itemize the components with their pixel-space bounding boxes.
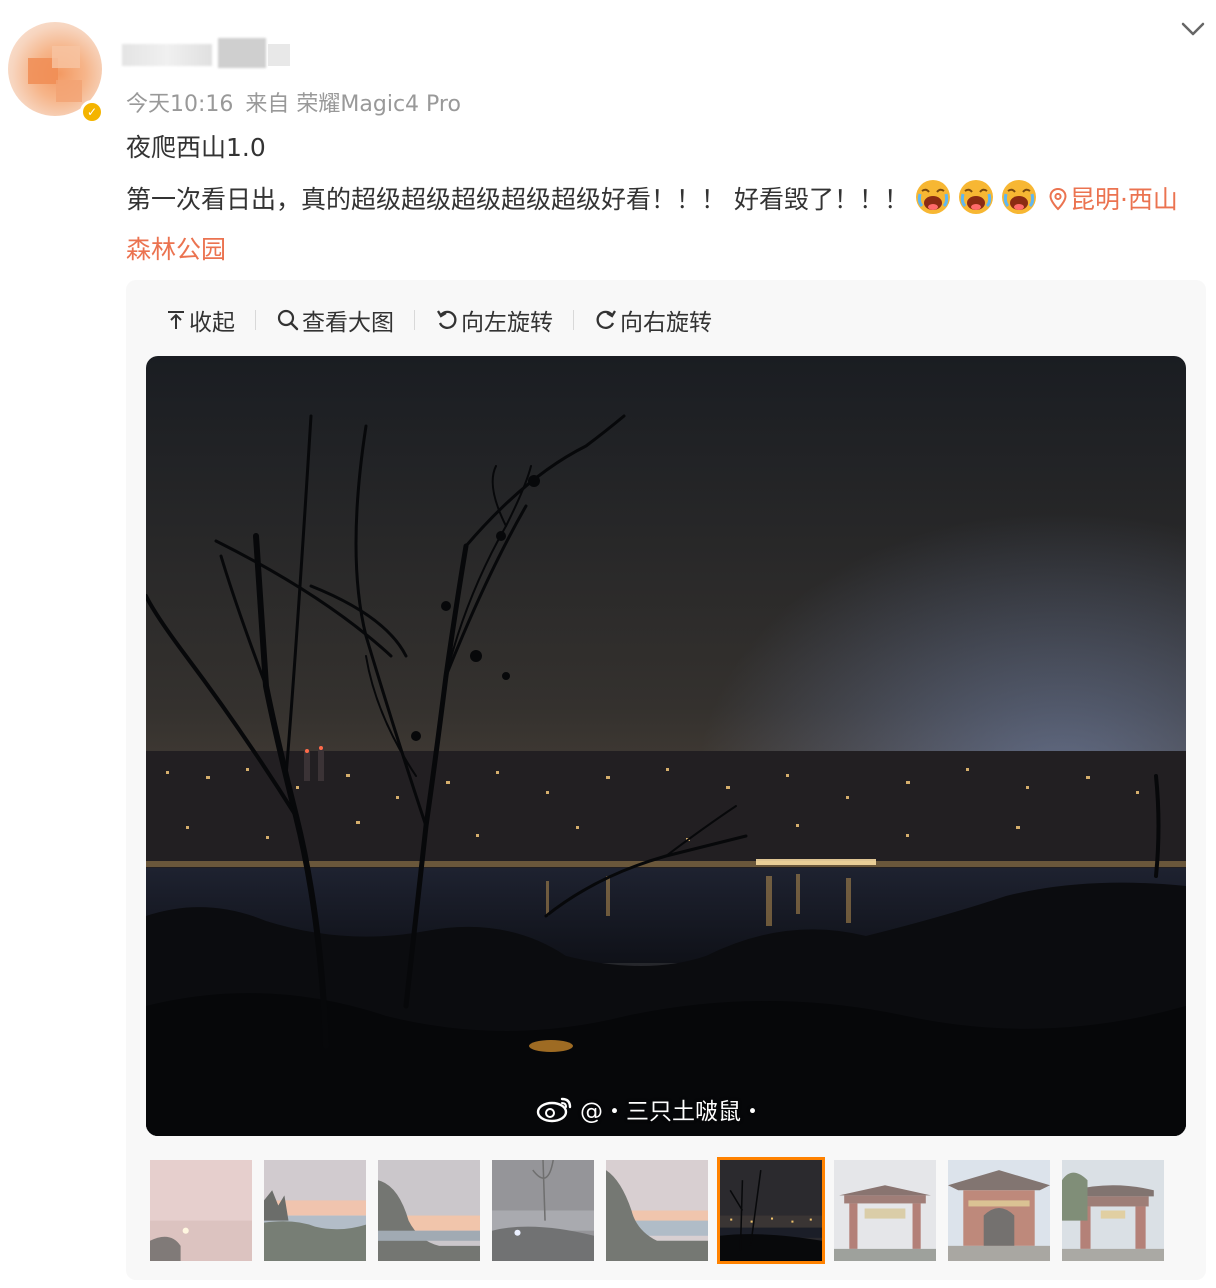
rotate-left-icon xyxy=(437,310,457,329)
location-pin-icon xyxy=(1049,187,1067,211)
verified-badge-icon: ✓ xyxy=(80,100,104,124)
toolbar-divider xyxy=(255,310,256,330)
rotate-right-label: 向右旋转 xyxy=(620,310,712,336)
toolbar-divider xyxy=(573,310,574,330)
thumbnail-dawn-lake[interactable] xyxy=(264,1160,366,1261)
main-photo[interactable]: @・三只土啵鼠・ xyxy=(146,356,1186,1136)
chevron-down-icon[interactable] xyxy=(1178,14,1208,44)
thumbnail-pavilion[interactable] xyxy=(948,1160,1050,1261)
crying-laugh-emoji xyxy=(1000,178,1038,216)
thumbnail-misty-night[interactable] xyxy=(492,1160,594,1261)
collapse-up-icon xyxy=(168,311,184,329)
collapse-button[interactable]: 收起 xyxy=(165,303,235,337)
toolbar-divider xyxy=(414,310,415,330)
collapse-label: 收起 xyxy=(189,310,235,336)
rotate-right-button[interactable]: 向右旋转 xyxy=(594,303,712,337)
thumbnail-night-city[interactable] xyxy=(717,1157,825,1264)
thumbnail-dawn-tree[interactable] xyxy=(378,1160,480,1261)
watermark-text: @・三只土啵鼠・ xyxy=(580,1099,764,1125)
view-large-button[interactable]: 查看大图 xyxy=(276,303,394,337)
night-city-photo xyxy=(146,356,1186,1136)
weibo-logo-icon xyxy=(536,1097,572,1123)
view-large-label: 查看大图 xyxy=(302,310,394,336)
crying-laugh-emoji xyxy=(957,178,995,216)
rotate-right-icon xyxy=(596,310,616,329)
username-blurred[interactable] xyxy=(122,38,290,72)
crying-laugh-emoji xyxy=(914,178,952,216)
post-meta: 今天10:16 来自 荣耀Magic4 Pro xyxy=(126,86,461,118)
photo-watermark: @・三只土啵鼠・ xyxy=(536,1092,764,1126)
post-time[interactable]: 今天10:16 xyxy=(126,92,233,117)
thumbnail-gate[interactable] xyxy=(834,1160,936,1261)
post-body: 第一次看日出，真的超级超级超级超级超级好看！！！ 好看毁了！！！ 昆明·西山森林公… xyxy=(126,175,1196,275)
thumbnail-dawn-pink-sky[interactable] xyxy=(150,1160,252,1261)
rotate-left-button[interactable]: 向左旋转 xyxy=(435,303,553,337)
thumbnail-dawn-lake-tree[interactable] xyxy=(606,1160,708,1261)
image-toolbar: 收起 查看大图 向左旋转 向右旋转 xyxy=(165,303,712,337)
search-icon xyxy=(277,309,299,331)
post-source: 来自 荣耀Magic4 Pro xyxy=(245,92,461,117)
post-title: 夜爬西山1.0 xyxy=(126,133,266,162)
rotate-left-label: 向左旋转 xyxy=(461,310,553,336)
thumbnail-gate-archway[interactable] xyxy=(1062,1160,1164,1261)
post-body-text: 第一次看日出，真的超级超级超级超级超级好看！！！ 好看毁了！！！ xyxy=(126,185,909,214)
